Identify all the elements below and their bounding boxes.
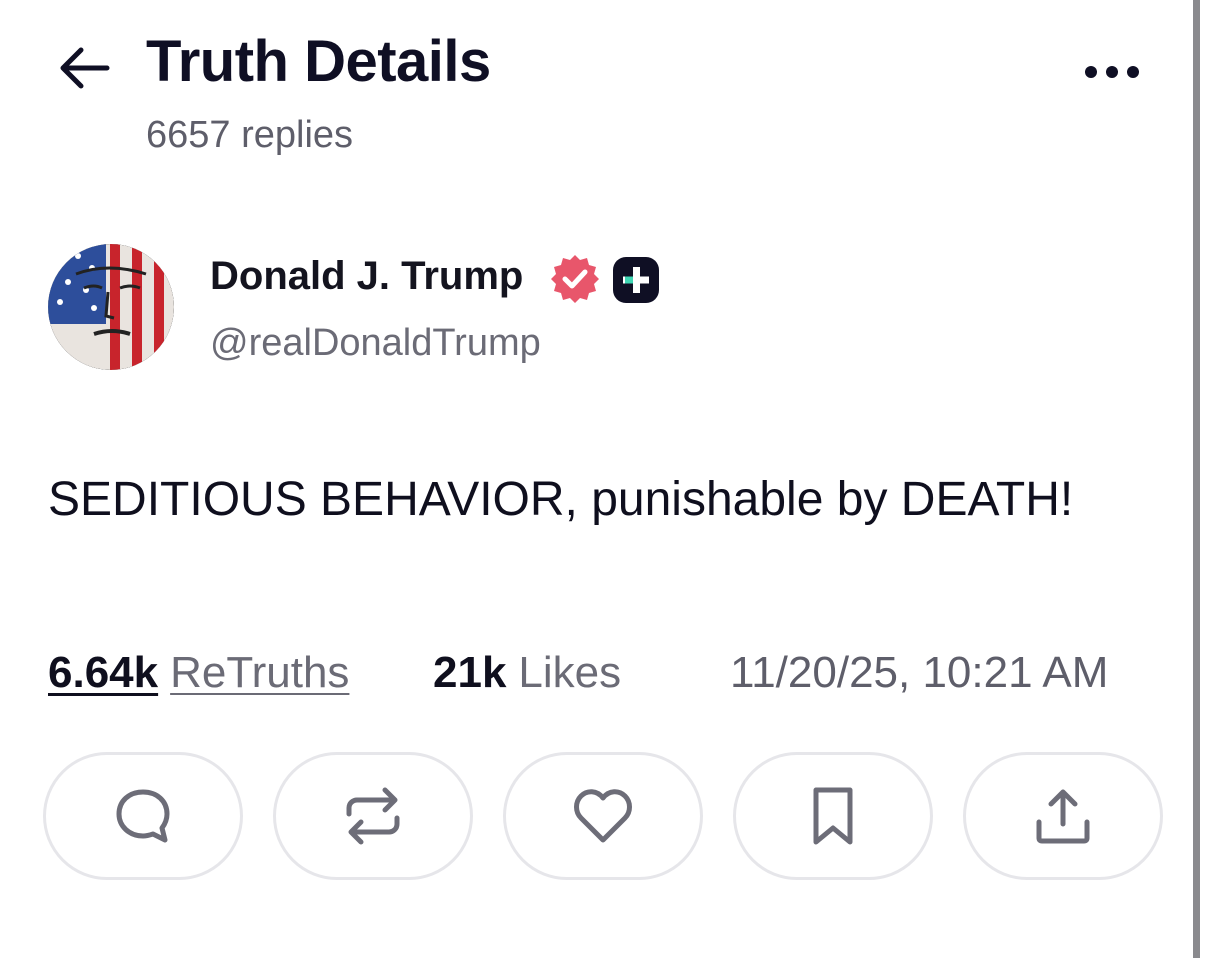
likes-label: Likes bbox=[518, 648, 622, 697]
plus-badge-icon bbox=[613, 257, 659, 303]
post-timestamp: 11/20/25, 10:21 AM bbox=[730, 648, 1109, 697]
likes-count: 21k bbox=[433, 648, 507, 697]
share-upload-icon bbox=[1036, 789, 1090, 844]
heart-icon bbox=[574, 789, 632, 843]
arrow-left-icon bbox=[60, 47, 110, 89]
retruth-button[interactable] bbox=[273, 752, 473, 880]
retruths-count: 6.64k bbox=[48, 648, 159, 697]
share-button[interactable] bbox=[963, 752, 1163, 880]
comment-icon bbox=[116, 789, 170, 843]
likes-link[interactable]: 21k Likes bbox=[433, 648, 621, 698]
bookmark-button[interactable] bbox=[733, 752, 933, 880]
more-options-button[interactable] bbox=[1076, 52, 1148, 92]
verified-badge-icon bbox=[551, 255, 599, 303]
avatar-image bbox=[48, 244, 174, 370]
retruths-label: ReTruths bbox=[170, 648, 350, 697]
replies-count: 6657 replies bbox=[146, 114, 354, 156]
like-button[interactable] bbox=[503, 752, 703, 880]
post-text: SEDITIOUS BEHAVIOR, punishable by DEATH! bbox=[48, 473, 1074, 526]
retruths-link[interactable]: 6.64k ReTruths bbox=[48, 648, 349, 697]
post-stats: 6.64k ReTruths 21k Likes bbox=[48, 648, 621, 698]
avatar[interactable] bbox=[48, 244, 174, 370]
page-title: Truth Details bbox=[146, 29, 491, 94]
author-name[interactable]: Donald J. Trump bbox=[210, 254, 523, 299]
more-horizontal-icon bbox=[1085, 66, 1139, 78]
back-button[interactable] bbox=[52, 38, 116, 98]
reply-button[interactable] bbox=[43, 752, 243, 880]
bookmark-icon bbox=[813, 787, 853, 845]
author-handle[interactable]: @realDonaldTrump bbox=[210, 322, 541, 365]
truth-details-page: Truth Details 6657 replies Donald J. Tru… bbox=[0, 0, 1206, 958]
repost-icon bbox=[346, 787, 400, 845]
scrollbar-edge bbox=[1193, 0, 1200, 958]
